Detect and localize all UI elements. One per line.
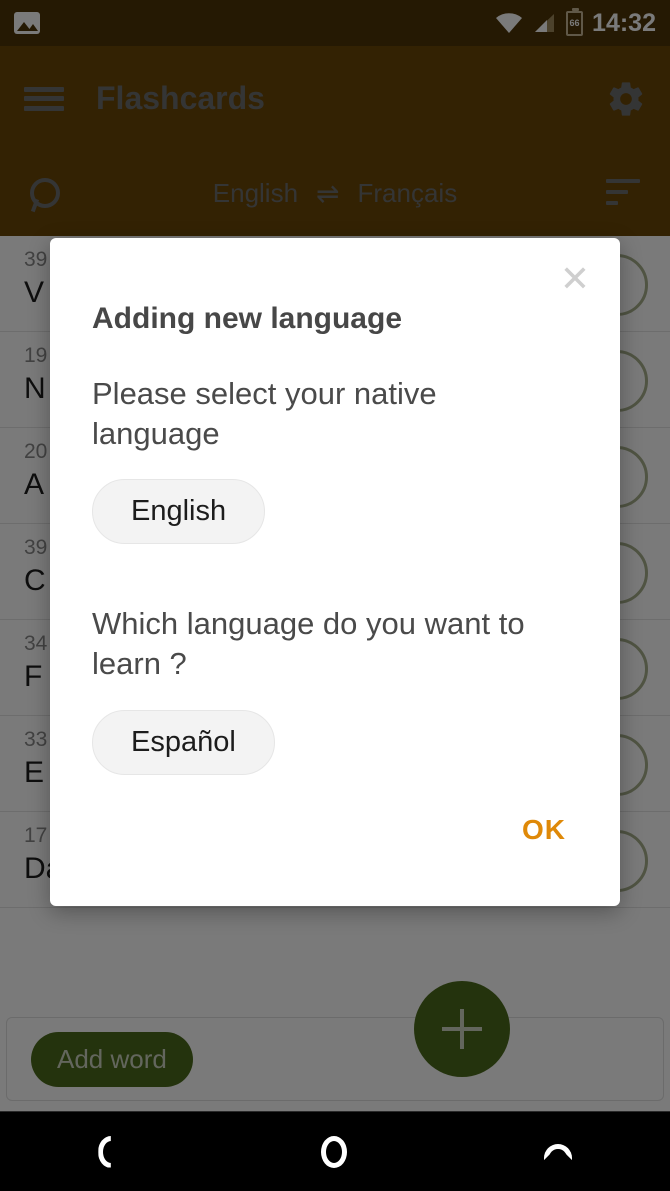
dialog-title: Adding new language [92, 302, 403, 335]
recents-icon[interactable] [543, 1143, 572, 1160]
close-icon[interactable]: ✕ [552, 256, 598, 302]
back-icon[interactable] [98, 1135, 111, 1168]
learn-language-question: Which language do you want to learn ? [92, 606, 525, 682]
ok-button[interactable]: OK [512, 808, 576, 852]
phone-screen: 66 14:32 Flashcards English ⇌ Français [0, 0, 670, 1191]
dialog-actions: OK [512, 808, 576, 852]
learn-language-chip[interactable]: Español [92, 709, 275, 775]
native-language-question: Please select your native language [92, 376, 437, 451]
home-icon[interactable] [320, 1135, 347, 1168]
native-language-chip[interactable]: English [92, 479, 266, 545]
android-navigation-bar [0, 1111, 670, 1191]
adding-new-language-dialog: ✕ Adding new language Please select your… [50, 238, 620, 906]
